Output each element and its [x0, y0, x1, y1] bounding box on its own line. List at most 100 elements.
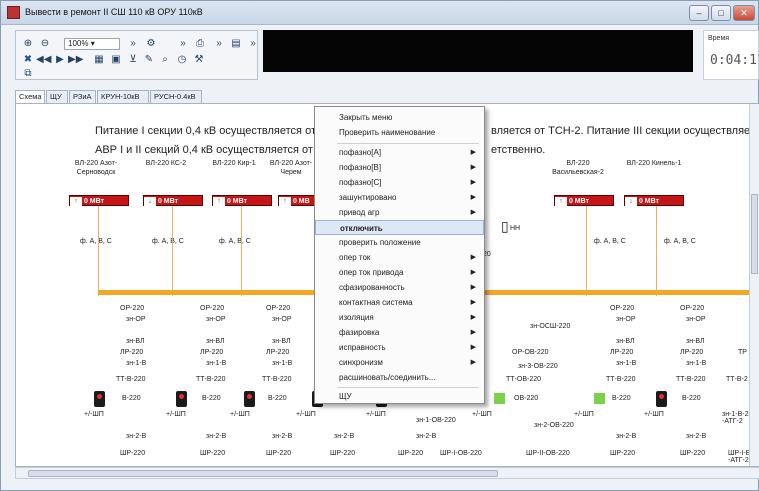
- shr-label-mid: ШР-220: [398, 450, 424, 457]
- breaker-switch[interactable]: [656, 391, 667, 407]
- menu-item-close[interactable]: Закрыть меню: [315, 110, 484, 125]
- time-label: Время: [708, 35, 730, 42]
- menu-item-synchronism[interactable]: синхронизм ▶: [315, 355, 484, 370]
- menu-item-op-current[interactable]: опер ток ▶: [315, 250, 484, 265]
- fast-forward-icon[interactable]: ▶▶: [68, 54, 83, 66]
- menu-item-contact-system[interactable]: контактная система ▶: [315, 295, 484, 310]
- breaker-label: В-220: [122, 395, 141, 402]
- rewind-icon[interactable]: ◀◀: [36, 54, 51, 66]
- zn2v-label-mid: зн-2-В: [416, 433, 437, 440]
- feeder-line: [172, 206, 173, 296]
- menu-item-unbus-connect[interactable]: расшиновать/соединить...: [315, 370, 484, 385]
- save-icon[interactable]: ▣: [109, 54, 123, 66]
- feeder-line: [98, 206, 99, 296]
- play-icon[interactable]: ▶: [53, 54, 67, 66]
- tab-rusn[interactable]: РУСН-0.4кВ: [150, 90, 202, 104]
- tab-shu[interactable]: ЩУ: [46, 90, 68, 104]
- clock-icon[interactable]: ◷: [175, 54, 189, 66]
- breaker-switch[interactable]: [94, 391, 105, 407]
- shr-iob-label: ШР-I-ОВ-220: [440, 450, 482, 457]
- filter-icon[interactable]: ⊻: [126, 54, 140, 66]
- menu-item-serviceability[interactable]: исправность ▶: [315, 340, 484, 355]
- zn1v-label: зн-1-В: [272, 360, 293, 367]
- menu-item-phase-b[interactable]: пофазно[В] ▶: [315, 160, 484, 175]
- time-value: 0:04:11: [710, 53, 759, 68]
- shr-label: ШР-220: [200, 450, 226, 457]
- minimize-button[interactable]: –: [689, 5, 709, 21]
- tt-label: ТТ-В-220: [606, 376, 636, 383]
- zn-vl-label: зн-ВЛ: [616, 338, 635, 345]
- grid-icon[interactable]: ▦: [92, 54, 106, 66]
- submenu-arrow-icon: ▶: [470, 329, 476, 336]
- copy-icon[interactable]: ⧉: [21, 68, 35, 80]
- zoom-out-icon[interactable]: ⊖: [38, 38, 52, 50]
- print-icon[interactable]: ⎙: [193, 38, 207, 50]
- zoom-select[interactable]: 100% ▾: [64, 38, 120, 50]
- close-button[interactable]: ✕: [733, 5, 755, 21]
- zoom-in-icon[interactable]: ⊕: [21, 38, 35, 50]
- more-icon-4[interactable]: »: [246, 38, 260, 50]
- ushp-label: +/-ШП: [574, 411, 594, 418]
- tool-icon[interactable]: ⚒: [192, 54, 206, 66]
- horizontal-scrollbar[interactable]: [15, 467, 759, 479]
- edit-icon[interactable]: ✎: [142, 54, 156, 66]
- close-x-icon[interactable]: ✖: [21, 54, 35, 66]
- note-line2-left: АВР I и II секций 0,4 кВ осуществляется …: [95, 144, 345, 156]
- search-icon[interactable]: ⌕: [158, 54, 172, 66]
- menu-item-op-current-drive[interactable]: опер ток привода ▶: [315, 265, 484, 280]
- zn-op-label: зн-ОР: [206, 316, 226, 323]
- menu-item-phasing-state[interactable]: сфазированность ▶: [315, 280, 484, 295]
- menu-item-drive[interactable]: привод агр ▶: [315, 205, 484, 220]
- menu-item-phasing[interactable]: фазировка ▶: [315, 325, 484, 340]
- ushp-label: +/-ШП: [84, 411, 104, 418]
- op-label: ОР-220: [680, 305, 705, 312]
- menu-item-phase-a[interactable]: пофазно[А] ▶: [315, 145, 484, 160]
- menu-item-check-position[interactable]: проверить положение: [315, 235, 484, 250]
- shr-label: ШР-220: [120, 450, 146, 457]
- tab-rzia[interactable]: РЗиА: [69, 90, 96, 104]
- ushp-label: +/-ШП: [366, 411, 386, 418]
- op-label: ОР-220: [610, 305, 635, 312]
- tab-scheme[interactable]: Схема: [15, 90, 45, 104]
- tt-label: ТТ-В-220: [116, 376, 146, 383]
- menu-item-shunted[interactable]: зашунтировано ▶: [315, 190, 484, 205]
- tt-label: ТТ-В-220: [262, 376, 292, 383]
- zn2v-label: зн-2-В: [616, 433, 637, 440]
- scrollbar-thumb[interactable]: [751, 194, 758, 274]
- phase-label: ф. А, В, С: [594, 238, 626, 245]
- zn1ov-label: зн-1-ОВ-220: [416, 417, 456, 424]
- toolbar: ⊕ ⊖ 100% ▾ » ⚙ » ⎙ » ▤ » ✖ ◀◀ ▶ ▶▶ ▦ ▣ ⊻…: [15, 30, 258, 80]
- breaker-switch[interactable]: [244, 391, 255, 407]
- submenu-arrow-icon: ▶: [470, 359, 476, 366]
- submenu-arrow-icon: ▶: [470, 344, 476, 351]
- more-icon-2[interactable]: »: [176, 38, 190, 50]
- folder-icon[interactable]: ▤: [229, 38, 243, 50]
- maximize-button[interactable]: □: [711, 5, 731, 21]
- menu-item-check-name[interactable]: Проверить наименование: [315, 125, 484, 140]
- vertical-scrollbar[interactable]: [749, 104, 759, 466]
- menu-item-phase-c[interactable]: пофазно[С] ▶: [315, 175, 484, 190]
- feeder-line: [656, 206, 657, 296]
- menu-item-switch-off[interactable]: отключить: [315, 220, 484, 235]
- tab-krun[interactable]: КРУН-10кВ: [97, 90, 149, 104]
- submenu-arrow-icon: ▶: [470, 314, 476, 321]
- breaker-label: В-220: [612, 395, 631, 402]
- app-icon: [7, 6, 20, 19]
- tt-label: ТТ-В-220: [676, 376, 706, 383]
- ushp-label: +/-ШП: [296, 411, 316, 418]
- menu-item-shu[interactable]: ЩУ: [315, 389, 484, 404]
- shr-label: ШР-220: [266, 450, 292, 457]
- shr-label: ШР-220: [610, 450, 636, 457]
- lr-label: ЛР-220: [610, 349, 634, 356]
- settings-icon[interactable]: ⚙: [144, 38, 158, 50]
- lr-label: ЛР-220: [120, 349, 144, 356]
- submenu-arrow-icon: ▶: [470, 164, 476, 171]
- more-icon-3[interactable]: »: [212, 38, 226, 50]
- menu-item-insulation[interactable]: изоляция ▶: [315, 310, 484, 325]
- more-icon[interactable]: »: [126, 38, 140, 50]
- breaker-switch[interactable]: [176, 391, 187, 407]
- scrollbar-thumb[interactable]: [28, 470, 498, 477]
- main-window: Вывести в ремонт II СШ 110 кВ ОРУ 110кВ …: [0, 0, 759, 491]
- power-indicator: ↑ 0 МВт: [69, 195, 129, 206]
- zn1v-label: зн-1-В: [686, 360, 707, 367]
